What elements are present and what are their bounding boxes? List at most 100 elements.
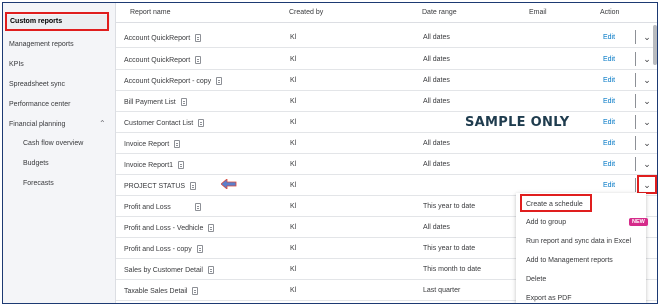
- report-name[interactable]: Bill Payment List: [124, 99, 176, 106]
- sidebar-item-kpis[interactable]: KPIs: [9, 58, 24, 72]
- date-range-cell: Last quarter: [423, 287, 461, 294]
- report-name[interactable]: Invoice Report1: [124, 162, 173, 169]
- header-date-range[interactable]: Date range: [422, 9, 457, 16]
- menu-item-delete[interactable]: Delete: [526, 276, 546, 283]
- chevron-down-icon[interactable]: ⌄: [638, 155, 656, 173]
- header-report-name[interactable]: Report name: [130, 9, 170, 16]
- created-by-cell: Kl: [290, 34, 297, 41]
- divider: [635, 136, 636, 150]
- edit-link[interactable]: Edit: [603, 182, 615, 189]
- sidebar-item-spreadsheet-sync[interactable]: Spreadsheet sync: [9, 78, 65, 92]
- report-name[interactable]: Account QuickReport: [124, 35, 190, 42]
- created-by-cell: Kl: [290, 203, 297, 210]
- sidebar-item-performance-center[interactable]: Performance center: [9, 98, 70, 112]
- sidebar-item-management-reports[interactable]: Management reports: [9, 38, 74, 52]
- created-by-cell: Kl: [290, 182, 297, 189]
- header-email: Email: [529, 9, 547, 16]
- created-by-cell: Kl: [290, 140, 297, 147]
- report-name-cell[interactable]: Sales by Customer Detail: [124, 266, 214, 274]
- report-name-cell[interactable]: Profit and Loss - copy: [124, 245, 203, 253]
- report-name[interactable]: Profit and Loss - Vedhicle: [124, 225, 203, 232]
- sidebar-item-cash-flow-overview[interactable]: Cash flow overview: [23, 137, 83, 151]
- created-by-cell: Kl: [290, 266, 297, 273]
- edit-link[interactable]: Edit: [603, 56, 615, 63]
- report-name[interactable]: PROJECT STATUS: [124, 183, 185, 190]
- report-name-cell[interactable]: Taxable Sales Detail: [124, 287, 199, 295]
- sidebar: Custom reports Management reports KPIs S…: [3, 3, 116, 303]
- new-badge: NEW: [629, 218, 648, 226]
- edit-link[interactable]: Edit: [603, 77, 615, 84]
- created-by-cell: Kl: [290, 161, 297, 168]
- divider: [635, 115, 636, 129]
- date-range-cell: All dates: [423, 77, 450, 84]
- table-row: Bill Payment List Kl All dates Edit ⌄: [116, 91, 657, 112]
- chevron-down-icon[interactable]: ⌄: [638, 113, 656, 131]
- date-range-cell: All dates: [423, 140, 450, 147]
- report-name-cell[interactable]: Account QuickReport - copy: [124, 77, 223, 85]
- divider: [635, 157, 636, 171]
- report-name[interactable]: Account QuickReport - copy: [124, 78, 211, 85]
- highlight-chevron: [637, 175, 657, 194]
- report-name-cell[interactable]: Invoice Report1: [124, 161, 185, 169]
- menu-item-export-pdf[interactable]: Export as PDF: [526, 295, 572, 302]
- document-icon: [196, 245, 203, 253]
- report-name[interactable]: Account QuickReport: [124, 57, 190, 64]
- document-icon: [208, 224, 215, 232]
- report-name-cell[interactable]: Invoice Report: [124, 140, 181, 148]
- arrow-left-icon: [221, 179, 237, 189]
- divider: [635, 52, 636, 66]
- table-row: Account QuickReport Kl All dates Edit ⌄: [116, 27, 657, 48]
- document-icon: [216, 77, 223, 85]
- highlight-create-schedule: [520, 194, 592, 212]
- report-name-cell[interactable]: Account QuickReport: [124, 56, 202, 64]
- report-name[interactable]: Taxable Sales Detail: [124, 288, 187, 295]
- divider: [635, 94, 636, 108]
- table-row: Invoice Report Kl All dates Edit ⌄: [116, 133, 657, 154]
- report-name[interactable]: Sales by Customer Detail: [124, 267, 203, 274]
- document-icon: [190, 182, 197, 190]
- date-range-cell: This year to date: [423, 245, 476, 252]
- created-by-cell: Kl: [290, 224, 297, 231]
- table-row: Account QuickReport - copy Kl All dates …: [116, 70, 657, 91]
- document-icon: [195, 34, 202, 42]
- report-name[interactable]: Customer Contact List: [124, 120, 193, 127]
- header-created-by[interactable]: Created by: [289, 9, 323, 16]
- edit-link[interactable]: Edit: [603, 34, 615, 41]
- edit-link[interactable]: Edit: [603, 119, 615, 126]
- sidebar-item-forecasts[interactable]: Forecasts: [23, 177, 54, 191]
- chevron-down-icon[interactable]: ⌄: [638, 71, 656, 89]
- document-icon: [207, 266, 214, 274]
- created-by-cell: Kl: [290, 245, 297, 252]
- report-name-cell[interactable]: Bill Payment List: [124, 98, 187, 106]
- vertical-scrollbar[interactable]: [653, 25, 657, 65]
- report-name-cell[interactable]: Customer Contact List: [124, 119, 205, 127]
- report-name[interactable]: Invoice Report: [124, 141, 169, 148]
- report-name-cell[interactable]: Profit and Loss - Vedhicle: [124, 224, 215, 232]
- document-icon: [195, 56, 202, 64]
- created-by-cell: Kl: [290, 287, 297, 294]
- date-range-cell: This year to date: [423, 203, 476, 210]
- report-name-cell[interactable]: Profit and Loss: [124, 203, 201, 211]
- created-by-cell: Kl: [290, 56, 297, 63]
- date-range-cell: All dates: [423, 98, 450, 105]
- sidebar-item-financial-planning[interactable]: Financial planning: [9, 118, 65, 132]
- table-row: Customer Contact List Kl Edit ⌄: [116, 112, 657, 133]
- header-action: Action: [600, 9, 620, 16]
- chevron-up-icon[interactable]: ⌃: [99, 119, 106, 128]
- chevron-down-icon[interactable]: ⌄: [638, 134, 656, 152]
- divider: [635, 178, 636, 192]
- menu-item-add-to-management-reports[interactable]: Add to Management reports: [526, 257, 613, 264]
- report-name-cell[interactable]: Account QuickReport: [124, 34, 202, 42]
- report-name[interactable]: Profit and Loss - copy: [124, 246, 192, 253]
- divider: [635, 30, 636, 44]
- edit-link[interactable]: Edit: [603, 140, 615, 147]
- chevron-down-icon[interactable]: ⌄: [638, 92, 656, 110]
- sidebar-item-budgets[interactable]: Budgets: [23, 157, 49, 171]
- menu-item-run-report-sync-excel[interactable]: Run report and sync data in Excel: [526, 238, 631, 245]
- edit-link[interactable]: Edit: [603, 161, 615, 168]
- document-icon: [194, 203, 201, 211]
- report-name-cell[interactable]: PROJECT STATUS: [124, 182, 197, 190]
- edit-link[interactable]: Edit: [603, 98, 615, 105]
- menu-item-add-to-group[interactable]: Add to group: [526, 219, 566, 226]
- report-name[interactable]: Profit and Loss: [124, 204, 171, 211]
